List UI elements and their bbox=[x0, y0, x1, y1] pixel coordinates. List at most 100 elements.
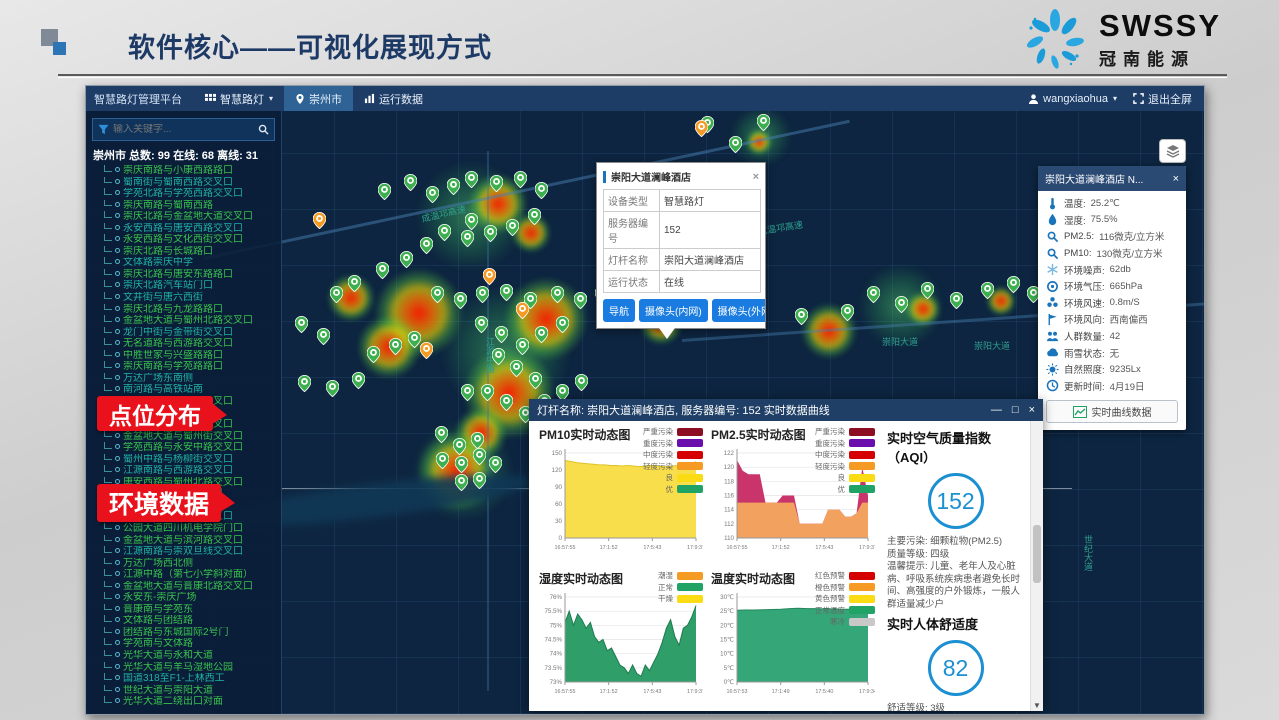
streetlight-marker[interactable] bbox=[473, 448, 486, 465]
tree-item[interactable]: 文体路崇庆中学 bbox=[102, 257, 277, 269]
tree-item[interactable]: 文井街与唐六西街 bbox=[102, 292, 277, 304]
streetlight-marker[interactable] bbox=[489, 456, 502, 473]
streetlight-marker[interactable] bbox=[453, 438, 466, 455]
streetlight-marker[interactable] bbox=[461, 230, 474, 247]
streetlight-marker[interactable] bbox=[483, 268, 496, 285]
streetlight-marker[interactable] bbox=[378, 183, 391, 200]
streetlight-marker[interactable] bbox=[367, 346, 380, 363]
camera-extranet-button[interactable]: 摄像头(外网) bbox=[712, 299, 765, 322]
close-icon[interactable]: × bbox=[1029, 404, 1035, 416]
maximize-icon[interactable]: □ bbox=[1012, 404, 1019, 416]
tree-item[interactable]: 崇庆北路与金盆地大道交叉口 bbox=[102, 211, 277, 223]
tree-item[interactable]: 永安西路与唐安西路交叉口 bbox=[102, 223, 277, 235]
nav-item-2[interactable]: 运行数据 bbox=[353, 86, 434, 111]
streetlight-marker[interactable] bbox=[535, 326, 548, 343]
streetlight-marker[interactable] bbox=[389, 338, 402, 355]
tree-item[interactable]: 崇庆南路与学苑路路口 bbox=[102, 361, 277, 373]
streetlight-marker[interactable] bbox=[528, 208, 541, 225]
tree-item[interactable]: 晋康南与学苑东 bbox=[102, 604, 277, 616]
scrollbar-down-arrow[interactable]: ▼ bbox=[1031, 701, 1043, 710]
streetlight-marker[interactable] bbox=[455, 474, 468, 491]
tree-item[interactable]: 蜀州中路与杨柳街交叉口 bbox=[102, 454, 277, 466]
filter-icon[interactable] bbox=[98, 124, 109, 135]
navigate-button[interactable]: 导航 bbox=[603, 299, 635, 322]
map-layers-button[interactable] bbox=[1159, 139, 1186, 163]
streetlight-marker[interactable] bbox=[495, 326, 508, 343]
streetlight-marker[interactable] bbox=[950, 292, 963, 309]
streetlight-marker[interactable] bbox=[317, 328, 330, 345]
streetlight-marker[interactable] bbox=[500, 284, 513, 301]
streetlight-marker[interactable] bbox=[436, 452, 449, 469]
minimize-icon[interactable]: — bbox=[991, 404, 1002, 416]
streetlight-marker[interactable] bbox=[492, 348, 505, 365]
tree-item[interactable]: 永安西路与文化西街交叉口 bbox=[102, 234, 277, 246]
streetlight-marker[interactable] bbox=[476, 286, 489, 303]
streetlight-marker[interactable] bbox=[313, 212, 326, 229]
tree-item[interactable]: 南河路与高铁站南 bbox=[102, 384, 277, 396]
camera-intranet-button[interactable]: 摄像头(内网) bbox=[639, 299, 708, 322]
tree-item[interactable]: 江源南路与西游路交叉口 bbox=[102, 465, 277, 477]
search-icon[interactable] bbox=[258, 124, 269, 135]
streetlight-marker[interactable] bbox=[455, 456, 468, 473]
streetlight-marker[interactable] bbox=[841, 304, 854, 321]
streetlight-marker[interactable] bbox=[400, 251, 413, 268]
close-icon[interactable]: × bbox=[1173, 173, 1179, 185]
tree-item[interactable]: 公园大道四川机电学院门口 bbox=[102, 523, 277, 535]
streetlight-marker[interactable] bbox=[431, 286, 444, 303]
nav-item-0[interactable]: 智慧路灯▾ bbox=[194, 86, 284, 111]
tree-item[interactable]: 学苑北路与学苑西路交叉口 bbox=[102, 188, 277, 200]
tree-item[interactable]: 金盆地大道与晋康北路交叉口 bbox=[102, 581, 277, 593]
streetlight-marker[interactable] bbox=[420, 342, 433, 359]
streetlight-marker[interactable] bbox=[461, 384, 474, 401]
tree-root[interactable]: 崇州市 总数: 99 在线: 68 离线: 31 bbox=[93, 147, 277, 163]
tree-item[interactable]: 中胜世家与兴盛路路口 bbox=[102, 350, 277, 362]
tree-item[interactable]: 学苑南与文体路 bbox=[102, 638, 277, 650]
tree-item[interactable]: 光华大道二绕出口对面 bbox=[102, 696, 277, 708]
streetlight-marker[interactable] bbox=[484, 225, 497, 242]
tree-item[interactable]: 崇庆北路与九龙路路口 bbox=[102, 304, 277, 316]
streetlight-marker[interactable] bbox=[516, 338, 529, 355]
streetlight-marker[interactable] bbox=[921, 282, 934, 299]
streetlight-marker[interactable] bbox=[438, 224, 451, 241]
search-input[interactable] bbox=[113, 124, 254, 135]
streetlight-marker[interactable] bbox=[529, 372, 542, 389]
streetlight-marker[interactable] bbox=[500, 394, 513, 411]
streetlight-marker[interactable] bbox=[506, 219, 519, 236]
streetlight-marker[interactable] bbox=[348, 275, 361, 292]
streetlight-marker[interactable] bbox=[404, 174, 417, 191]
tree-item[interactable]: 崇庆南路与蜀南西路 bbox=[102, 200, 277, 212]
streetlight-marker[interactable] bbox=[981, 282, 994, 299]
streetlight-marker[interactable] bbox=[551, 286, 564, 303]
streetlight-marker[interactable] bbox=[490, 175, 503, 192]
tree-item[interactable]: 万达广场东南侧 bbox=[102, 373, 277, 385]
tree-item[interactable]: 国道318至F1-上林西工 bbox=[102, 673, 277, 685]
streetlight-marker[interactable] bbox=[352, 372, 365, 389]
tree-item[interactable]: 龙门中街与金带街交叉口 bbox=[102, 327, 277, 339]
tree-item[interactable]: 崇庆北路汽车站门口 bbox=[102, 280, 277, 292]
streetlight-marker[interactable] bbox=[295, 316, 308, 333]
streetlight-marker[interactable] bbox=[454, 292, 467, 309]
tree-item[interactable]: 金盆地大道与蜀州街交叉口 bbox=[102, 431, 277, 443]
tree-item[interactable]: 永安东-崇庆广场 bbox=[102, 592, 277, 604]
streetlight-marker[interactable] bbox=[376, 262, 389, 279]
streetlight-marker[interactable] bbox=[471, 432, 484, 449]
tree-item[interactable]: 蜀南街与蜀南西路交叉口 bbox=[102, 177, 277, 189]
streetlight-marker[interactable] bbox=[426, 186, 439, 203]
streetlight-marker[interactable] bbox=[556, 316, 569, 333]
user-menu[interactable]: wangxiaohua ▾ bbox=[1028, 93, 1117, 105]
streetlight-marker[interactable] bbox=[326, 380, 339, 397]
tree-item[interactable]: 世纪大道与崇阳大道 bbox=[102, 685, 277, 697]
streetlight-marker[interactable] bbox=[465, 213, 478, 230]
tree-item[interactable]: 金盆地大道与滨河路交叉口 bbox=[102, 535, 277, 547]
tree-item[interactable]: 崇庆南路与小康西路路口 bbox=[102, 165, 277, 177]
streetlight-marker[interactable] bbox=[473, 472, 486, 489]
realtime-curve-button[interactable]: 实时曲线数据 bbox=[1046, 400, 1178, 423]
streetlight-marker[interactable] bbox=[330, 286, 343, 303]
tree-item[interactable]: 崇庆北路与唐安东路路口 bbox=[102, 269, 277, 281]
streetlight-marker[interactable] bbox=[298, 375, 311, 392]
streetlight-marker[interactable] bbox=[475, 316, 488, 333]
streetlight-marker[interactable] bbox=[516, 302, 529, 319]
streetlight-marker[interactable] bbox=[757, 114, 770, 131]
streetlight-marker[interactable] bbox=[574, 292, 587, 309]
streetlight-marker[interactable] bbox=[420, 237, 433, 254]
